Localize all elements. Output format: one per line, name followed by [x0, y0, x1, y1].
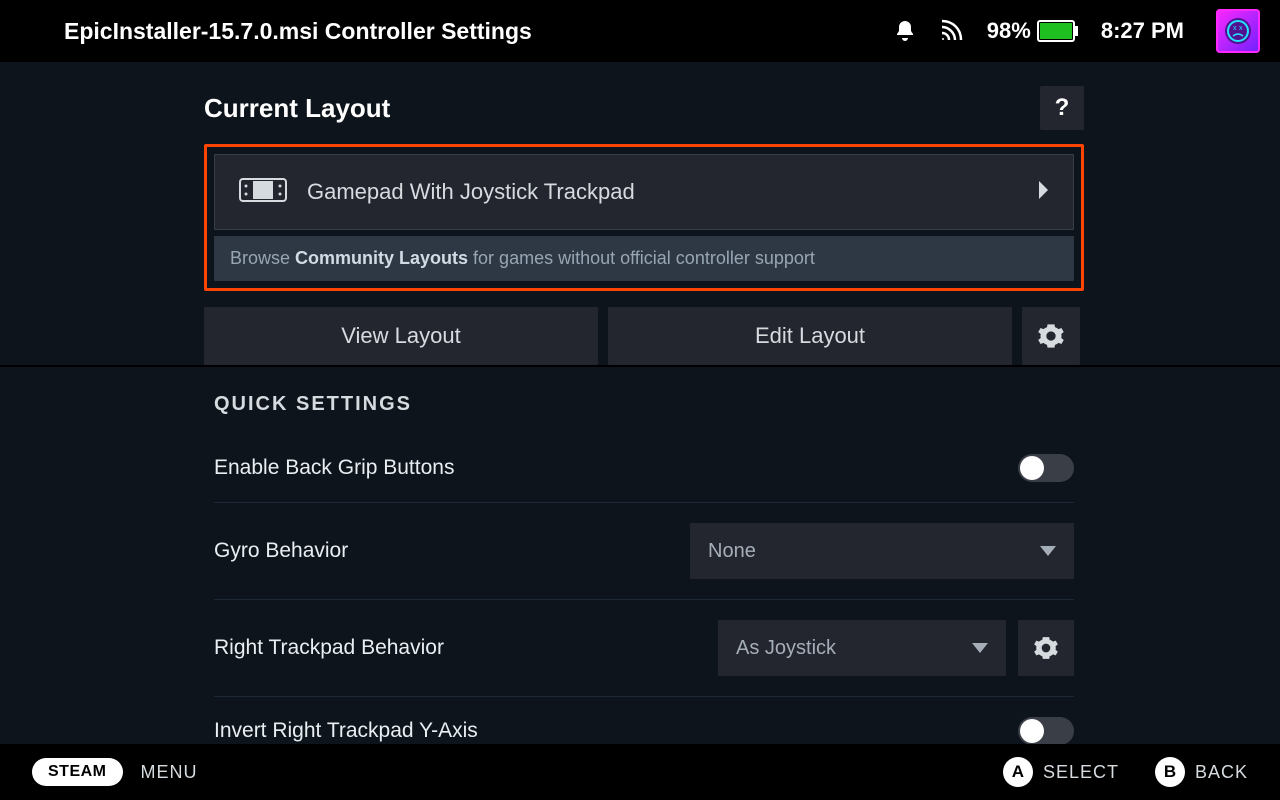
status-tray: 98% 8:27 PM xx — [893, 9, 1260, 53]
layout-buttons: View Layout Edit Layout — [204, 307, 1084, 365]
setting-back-grip: Enable Back Grip Buttons — [214, 434, 1074, 503]
layout-name: Gamepad With Joystick Trackpad — [307, 179, 1017, 205]
chevron-down-icon — [1040, 546, 1056, 556]
b-button-icon: B — [1155, 757, 1185, 787]
right-trackpad-settings-button[interactable] — [1018, 620, 1074, 676]
bell-icon[interactable] — [893, 19, 917, 43]
current-layout-heading: Current Layout — [204, 93, 390, 124]
gear-icon — [1033, 635, 1059, 661]
main-area: Current Layout ? Gamepad With Joystick T… — [0, 62, 1280, 744]
setting-label: Enable Back Grip Buttons — [214, 456, 454, 480]
page-title: EpicInstaller-15.7.0.msi Controller Sett… — [64, 18, 875, 45]
a-button-icon: A — [1003, 757, 1033, 787]
setting-label: Invert Right Trackpad Y-Axis — [214, 719, 478, 743]
gear-icon — [1037, 322, 1065, 350]
invert-y-toggle[interactable] — [1018, 717, 1074, 744]
avatar[interactable]: xx — [1216, 9, 1260, 53]
battery-percent: 98% — [987, 18, 1031, 44]
chevron-right-icon — [1037, 181, 1049, 204]
setting-label: Gyro Behavior — [214, 539, 348, 563]
menu-label: MENU — [141, 762, 198, 783]
current-layout-header: Current Layout ? — [204, 86, 1084, 130]
right-trackpad-dropdown[interactable]: As Joystick — [718, 620, 1006, 676]
quick-settings-title: QUICK SETTINGS — [214, 393, 1074, 416]
layout-settings-button[interactable] — [1022, 307, 1080, 365]
clock: 8:27 PM — [1101, 18, 1184, 44]
steamdeck-icon — [239, 178, 287, 207]
browse-community-layouts[interactable]: Browse Community Layouts for games witho… — [214, 236, 1074, 281]
cast-icon[interactable] — [939, 19, 965, 43]
battery-status: 98% — [987, 18, 1079, 44]
content-column: Current Layout ? Gamepad With Joystick T… — [204, 62, 1084, 365]
svg-text:x: x — [1239, 25, 1243, 32]
steam-button[interactable]: STEAM — [32, 758, 123, 786]
back-grip-toggle[interactable] — [1018, 454, 1074, 482]
gyro-dropdown[interactable]: None — [690, 523, 1074, 579]
chevron-down-icon — [972, 643, 988, 653]
current-layout-row[interactable]: Gamepad With Joystick Trackpad — [214, 154, 1074, 230]
setting-label: Right Trackpad Behavior — [214, 636, 444, 660]
back-hint: B BACK — [1155, 757, 1248, 787]
footer-bar: STEAM MENU A SELECT B BACK — [0, 744, 1280, 800]
layout-highlight-box: Gamepad With Joystick Trackpad Browse Co… — [204, 144, 1084, 291]
select-hint: A SELECT — [1003, 757, 1119, 787]
setting-invert-y: Invert Right Trackpad Y-Axis — [214, 697, 1074, 744]
edit-layout-button[interactable]: Edit Layout — [608, 307, 1012, 365]
battery-icon — [1037, 20, 1079, 42]
view-layout-button[interactable]: View Layout — [204, 307, 598, 365]
quick-settings-section: QUICK SETTINGS Enable Back Grip Buttons … — [0, 365, 1280, 744]
svg-text:x: x — [1233, 25, 1237, 32]
setting-right-trackpad: Right Trackpad Behavior As Joystick — [214, 600, 1074, 697]
setting-gyro: Gyro Behavior None — [214, 503, 1074, 600]
help-button[interactable]: ? — [1040, 86, 1084, 130]
top-bar: EpicInstaller-15.7.0.msi Controller Sett… — [0, 0, 1280, 62]
